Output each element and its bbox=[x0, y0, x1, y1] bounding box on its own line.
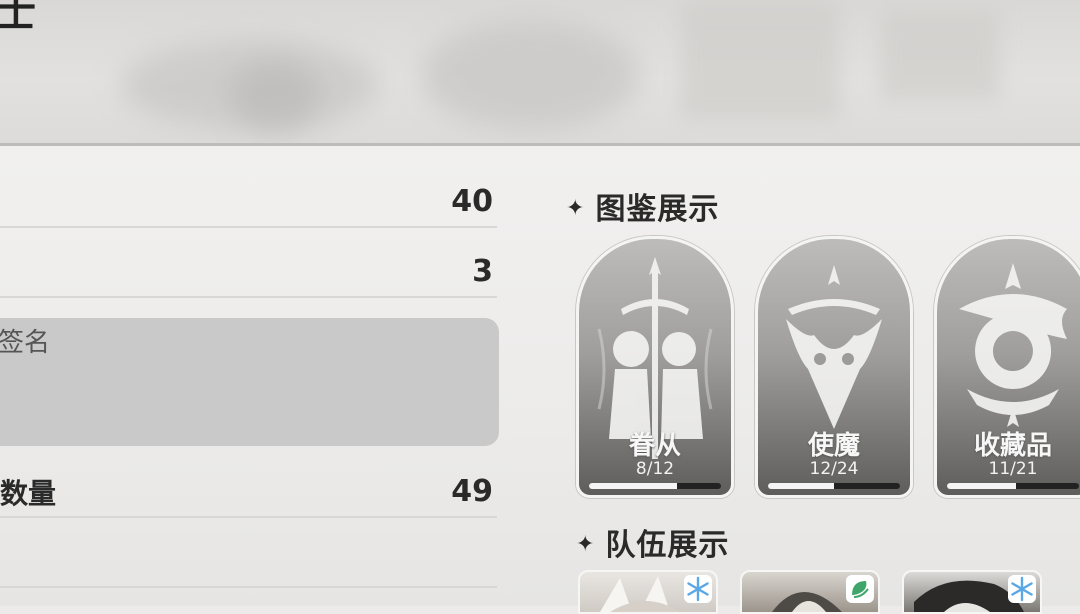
element-badge bbox=[846, 575, 874, 603]
stat-value: 40 bbox=[451, 184, 493, 219]
team-title: ✦ 队伍展示 bbox=[576, 528, 730, 563]
card-progress-bar bbox=[589, 483, 721, 489]
card-name: 收藏品 bbox=[973, 431, 1052, 461]
card-progress-bar bbox=[947, 483, 1079, 489]
team-member-1[interactable] bbox=[578, 570, 718, 614]
element-badge bbox=[1008, 575, 1036, 603]
snowflake-icon bbox=[1011, 576, 1033, 602]
card-count: 12/24 bbox=[809, 459, 859, 479]
sparkle-icon: ✦ bbox=[566, 196, 586, 221]
stat-row-count: 数量 49 bbox=[0, 466, 497, 518]
count-value: 49 bbox=[451, 474, 493, 509]
stat-row-empty bbox=[0, 530, 497, 588]
signature-box[interactable]: 签名 bbox=[0, 318, 499, 446]
gallery-card-collectibles[interactable]: 收藏品 11/21 bbox=[934, 236, 1080, 498]
card-name: 眷从 bbox=[628, 431, 681, 461]
signature-label: 签名 bbox=[0, 328, 51, 358]
gallery-card-familiars[interactable]: 使魔 12/24 bbox=[755, 236, 913, 498]
leaf-swirl-icon bbox=[852, 581, 869, 598]
snowflake-icon bbox=[687, 576, 709, 602]
stat-value: 3 bbox=[472, 254, 493, 289]
card-name: 使魔 bbox=[807, 431, 860, 461]
gallery-card-companions[interactable]: 眷从 8/12 bbox=[576, 236, 734, 498]
team-member-3[interactable] bbox=[902, 570, 1042, 614]
card-count: 8/12 bbox=[635, 459, 675, 479]
stat-row-secondary: 3 bbox=[0, 246, 497, 298]
count-label: 数量 bbox=[0, 477, 57, 510]
card-progress-bar bbox=[768, 483, 900, 489]
team-member-2[interactable] bbox=[740, 570, 880, 614]
element-badge bbox=[684, 575, 712, 603]
player-name: 士 bbox=[0, 0, 36, 36]
stat-row-level: 40 bbox=[0, 176, 497, 228]
sparkle-icon: ✦ bbox=[576, 532, 596, 557]
card-count: 11/21 bbox=[988, 459, 1038, 479]
profile-banner: 士 bbox=[0, 0, 1080, 145]
gallery-title: ✦ 图鉴展示 bbox=[566, 192, 720, 227]
